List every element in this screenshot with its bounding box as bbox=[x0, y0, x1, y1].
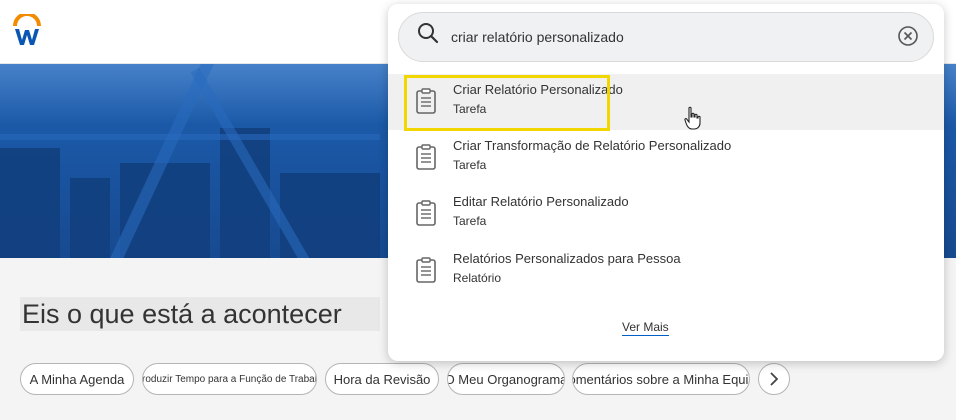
page-title: Eis o que está a acontecer bbox=[20, 297, 380, 331]
search-result-type: Tarefa bbox=[453, 214, 487, 228]
search-icon bbox=[418, 23, 439, 44]
quick-link-enter-time[interactable]: Introduzir Tempo para a Função de Trabal… bbox=[142, 363, 317, 395]
search-dropdown: criar relatório personalizado Criar Rela… bbox=[388, 4, 944, 361]
search-result-title: Criar Transformação de Relatório Persona… bbox=[453, 138, 732, 153]
task-document-icon bbox=[416, 200, 436, 226]
hand-cursor-icon bbox=[684, 106, 701, 130]
quick-link-my-agenda[interactable]: A Minha Agenda bbox=[20, 363, 134, 395]
more-quick-links-button[interactable] bbox=[758, 363, 790, 395]
report-document-icon bbox=[416, 257, 436, 283]
search-result-title: Editar Relatório Personalizado bbox=[453, 194, 629, 209]
search-result-item[interactable]: Editar Relatório Personalizado Tarefa bbox=[388, 186, 944, 242]
search-result-item[interactable]: Relatórios Personalizados para Pessoa Re… bbox=[388, 243, 944, 299]
hero-building bbox=[70, 178, 110, 258]
search-query-text[interactable]: criar relatório personalizado bbox=[451, 12, 624, 62]
workday-logo-icon[interactable] bbox=[12, 14, 42, 48]
search-result-type: Tarefa bbox=[453, 158, 487, 172]
clear-icon[interactable] bbox=[896, 24, 920, 48]
search-result-title: Relatórios Personalizados para Pessoa bbox=[453, 251, 681, 266]
hero-beam bbox=[0, 134, 380, 140]
chevron-right-icon bbox=[770, 372, 778, 386]
search-result-item[interactable]: Criar Relatório Personalizado Tarefa bbox=[388, 74, 944, 131]
quick-link-review-time[interactable]: Hora da Revisão bbox=[325, 363, 439, 395]
quick-link-org-chart[interactable]: O Meu Organograma bbox=[447, 363, 565, 395]
selection-highlight bbox=[404, 75, 610, 131]
hero-building bbox=[0, 148, 60, 258]
search-result-type: Relatório bbox=[453, 271, 502, 285]
task-document-icon bbox=[416, 144, 436, 170]
see-more-link[interactable]: Ver Mais bbox=[622, 320, 669, 336]
quick-link-team-feedback[interactable]: Comentários sobre a Minha Equipa bbox=[572, 363, 750, 395]
search-result-item[interactable]: Criar Transformação de Relatório Persona… bbox=[388, 130, 944, 186]
